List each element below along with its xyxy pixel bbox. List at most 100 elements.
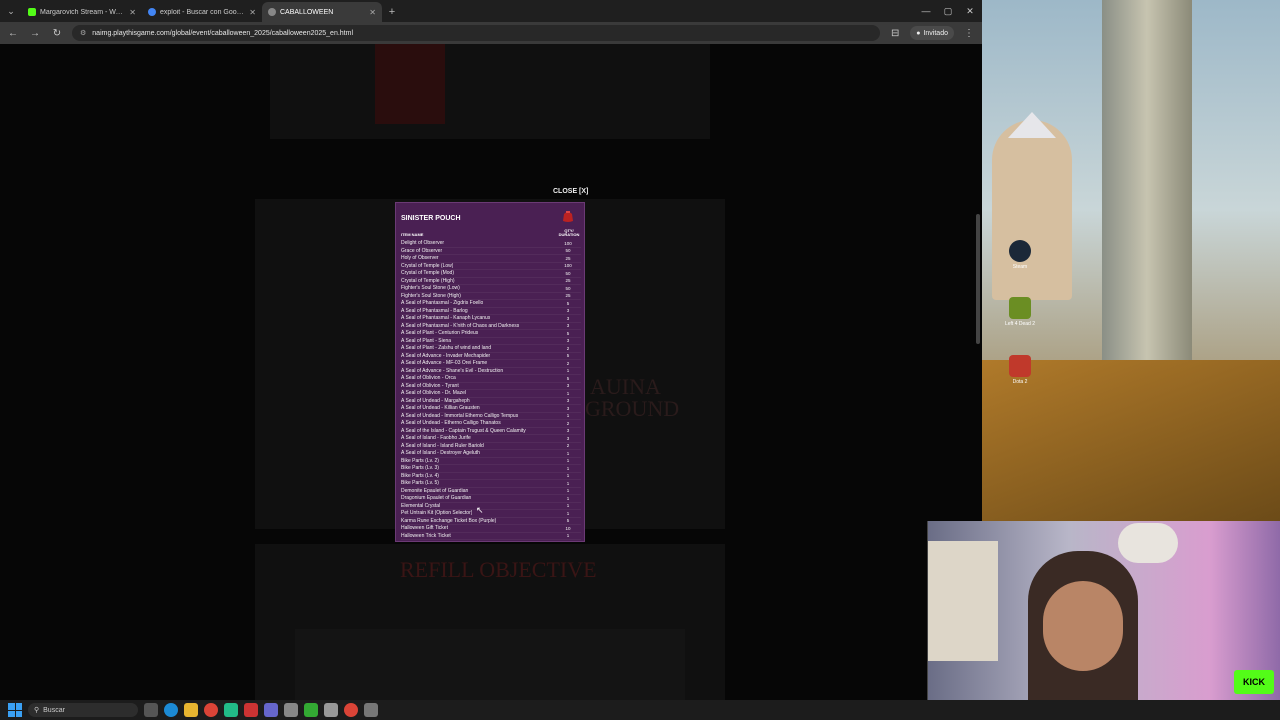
item-name: A Seal of Oblivion - Orca <box>401 375 456 382</box>
tab-title: exploit - Buscar con Google <box>160 8 246 16</box>
taskbar: ⚲ Buscar <box>0 700 1280 720</box>
item-qty: 25 <box>565 293 571 299</box>
profile-button[interactable]: ● Invitado <box>910 26 954 40</box>
item-qty: 1 <box>566 510 570 516</box>
item-qty: 1 <box>566 495 570 501</box>
item-row: A Seal of Island - Destroyer Ageluth 1 <box>401 450 581 458</box>
maximize-icon[interactable]: ▢ <box>937 0 959 22</box>
item-name: A Seal of Island - Island Ruler Bariold <box>401 442 484 449</box>
forward-icon[interactable]: → <box>28 26 42 40</box>
item-qty: 10 <box>565 525 571 531</box>
character-art <box>375 44 445 124</box>
item-row: Dragonium Epaulet of Guardian 1 <box>401 495 581 503</box>
minimize-icon[interactable]: — <box>915 0 937 22</box>
item-row: Halloween Trick Ticket 1 <box>401 533 581 540</box>
tab-margarovich[interactable]: Margarovich Stream - Watch Li ✕ <box>22 2 142 22</box>
item-row: A Seal of Plant - Zalshu of wind and lan… <box>401 345 581 353</box>
item-name: A Seal of Plant - Zalshu of wind and lan… <box>401 345 492 352</box>
app-icon[interactable] <box>304 703 318 717</box>
item-row: A Seal of Plant - Siena 3 <box>401 337 581 345</box>
reload-icon[interactable]: ↻ <box>50 26 64 40</box>
task-view-icon[interactable] <box>144 703 158 717</box>
item-name: A Seal of Plant - Siena <box>401 337 452 344</box>
close-tab-icon[interactable]: ✕ <box>369 8 376 17</box>
app-icon[interactable] <box>284 703 298 717</box>
item-qty: 2 <box>566 360 570 366</box>
app-icon[interactable] <box>224 703 238 717</box>
app-icon[interactable] <box>264 703 278 717</box>
item-name: Halloween Gift Ticket <box>401 525 448 532</box>
item-name: Fighter's Soul Stone (Low) <box>401 285 460 292</box>
close-window-icon[interactable]: ✕ <box>959 0 981 22</box>
item-name: A Seal of Undead - Etherno Calligo Thana… <box>401 420 501 427</box>
close-tab-icon[interactable]: ✕ <box>249 8 256 17</box>
item-name: A Seal of Phantasmal - Barlog <box>401 307 468 314</box>
search-icon: ⚲ <box>34 707 40 714</box>
item-qty: 5 <box>566 518 570 524</box>
item-name: Bike Parts (Lv. 5) <box>401 480 439 487</box>
page-scrollbar[interactable] <box>976 214 980 344</box>
item-name: A Seal of Plant - Centurion Prideus <box>401 330 479 337</box>
item-qty: 5 <box>566 300 570 306</box>
app-icon[interactable] <box>244 703 258 717</box>
item-row: Holy of Observer 25 <box>401 255 581 263</box>
extensions-icon[interactable]: ⊟ <box>888 26 902 40</box>
webcam-overlay: KICK <box>927 521 1280 700</box>
refill-table <box>295 629 685 700</box>
edge-icon[interactable] <box>164 703 178 717</box>
desktop-icon-steam[interactable]: Steam <box>992 240 1048 270</box>
app-icon[interactable] <box>324 703 338 717</box>
item-qty: 5 <box>566 375 570 381</box>
item-row: Elemental Crystal 1 <box>401 503 581 510</box>
item-qty: 100 <box>564 263 572 269</box>
item-row: A Seal of Oblivion - Tyrant 3 <box>401 382 581 390</box>
item-row: A Seal of Undead - Killian Grausten 3 <box>401 405 581 413</box>
item-qty: 3 <box>566 323 570 329</box>
item-name: A Seal of Oblivion - Tyrant <box>401 382 459 389</box>
item-name: Bike Parts (Lv. 4) <box>401 472 439 479</box>
desktop-icon-label: Dota 2 <box>1012 379 1028 385</box>
item-qty: 1 <box>566 390 570 396</box>
item-name: A Seal of the Island - Captain Trugust &… <box>401 427 526 434</box>
chrome-icon[interactable] <box>204 703 218 717</box>
tab-title: CABALLOWEEN <box>280 8 334 16</box>
address-bar[interactable]: ⚙ naimg.playthisgame.com/global/event/ca… <box>72 25 881 41</box>
item-qty: 3 <box>566 383 570 389</box>
item-name: Demonite Epaulet of Guardian <box>401 487 469 494</box>
file-explorer-icon[interactable] <box>184 703 198 717</box>
kick-logo: KICK <box>1234 670 1274 694</box>
item-row: A Seal of Island - Faobho Jurife 3 <box>401 435 581 443</box>
desktop-icon-dota2[interactable]: Dota 2 <box>992 355 1048 385</box>
item-row: A Seal of Phantasmal - Zigdris Foello 5 <box>401 300 581 308</box>
browser-toolbar: ← → ↻ ⚙ naimg.playthisgame.com/global/ev… <box>0 22 982 44</box>
item-name: Delight of Observer <box>401 240 445 247</box>
item-qty: 2 <box>566 345 570 351</box>
item-qty: 2 <box>566 420 570 426</box>
item-name: A Seal of Island - Faobho Jurife <box>401 435 471 442</box>
item-name: Pet Untrain Kit (Option Selector) <box>401 510 473 517</box>
item-name: A Seal of Undead - Immortal Etherno Call… <box>401 412 519 419</box>
item-qty: 1 <box>566 533 570 539</box>
item-name: A Seal of Undead - Killian Grausten <box>401 405 480 412</box>
new-tab-button[interactable]: + <box>382 2 402 22</box>
chrome-icon[interactable] <box>344 703 358 717</box>
windows-start-icon[interactable] <box>8 703 22 717</box>
item-row: A Seal of Undead - Immortal Etherno Call… <box>401 412 581 420</box>
tab-caballoween[interactable]: CABALLOWEEN ✕ <box>262 2 382 22</box>
close-tab-icon[interactable]: ✕ <box>129 8 136 17</box>
item-name: A Seal of Advance - Shane's Evil - Destr… <box>401 367 504 374</box>
menu-icon[interactable]: ⋮ <box>962 26 976 40</box>
close-modal-button[interactable]: CLOSE [X] <box>553 188 588 195</box>
site-info-icon[interactable]: ⚙ <box>80 29 86 37</box>
item-name: Bike Parts (Lv. 3) <box>401 465 439 472</box>
desktop-icon-left4dead2[interactable]: Left 4 Dead 2 <box>992 297 1048 327</box>
item-qty: 25 <box>565 278 571 284</box>
google-favicon-icon <box>148 8 156 16</box>
taskbar-search[interactable]: ⚲ Buscar <box>28 703 138 717</box>
app-icon[interactable] <box>364 703 378 717</box>
back-icon[interactable]: ← <box>6 26 20 40</box>
profile-icon: ● <box>916 29 921 37</box>
tab-search-button[interactable]: ⌄ <box>0 0 22 22</box>
tab-google-search[interactable]: exploit - Buscar con Google ✕ <box>142 2 262 22</box>
item-name: A Seal of Island - Destroyer Ageluth <box>401 450 480 457</box>
